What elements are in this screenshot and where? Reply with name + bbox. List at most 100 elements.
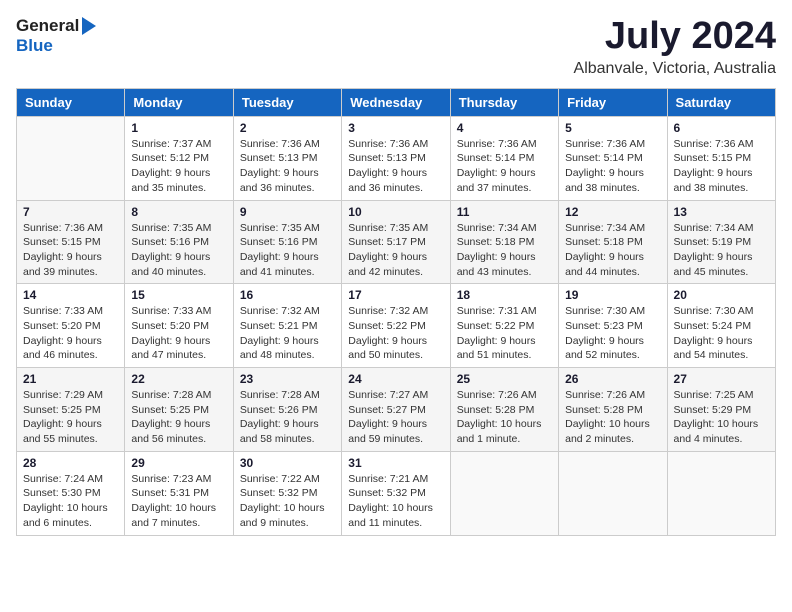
logo: General Blue bbox=[16, 16, 96, 56]
weekday-header-friday: Friday bbox=[559, 88, 667, 116]
day-info: Sunrise: 7:23 AMSunset: 5:31 PMDaylight:… bbox=[131, 472, 226, 531]
calendar-cell: 22Sunrise: 7:28 AMSunset: 5:25 PMDayligh… bbox=[125, 368, 233, 452]
calendar-cell: 18 Sunrise: 7:31 AMSunset: 5:22 PMDayligh… bbox=[450, 284, 558, 368]
calendar: SundayMondayTuesdayWednesdayThursdayFrid… bbox=[16, 88, 776, 536]
day-info: Sunrise: 7:33 AMSunset: 5:20 PMDaylight:… bbox=[23, 304, 118, 363]
weekday-header-saturday: Saturday bbox=[667, 88, 775, 116]
day-info: Sunrise: 7:30 AMSunset: 5:24 PMDaylight:… bbox=[674, 304, 769, 363]
day-number: 16 bbox=[240, 288, 335, 302]
day-info: Sunrise: 7:22 AMSunset: 5:32 PMDaylight:… bbox=[240, 472, 335, 531]
calendar-week-row: 21 Sunrise: 7:29 AMSunset: 5:25 PMDayligh… bbox=[17, 368, 776, 452]
day-number: 25 bbox=[457, 372, 552, 386]
day-info: Sunrise: 7:31 AMSunset: 5:22 PMDaylight:… bbox=[457, 304, 552, 363]
day-info: Sunrise: 7:33 AMSunset: 5:20 PMDaylight:… bbox=[131, 304, 226, 363]
day-info: Sunrise: 7:36 AMSunset: 5:14 PMDaylight:… bbox=[565, 137, 660, 196]
day-info: Sunrise: 7:34 AMSunset: 5:18 PMDaylight:… bbox=[565, 221, 660, 280]
day-info: Sunrise: 7:27 AMSunset: 5:27 PMDaylight:… bbox=[348, 388, 443, 447]
day-number: 26 bbox=[565, 372, 660, 386]
calendar-cell bbox=[667, 451, 775, 535]
day-info: Sunrise: 7:37 AMSunset: 5:12 PMDaylight:… bbox=[131, 137, 226, 196]
header: General Blue July 2024 Albanvale, Victor… bbox=[16, 16, 776, 78]
weekday-header-monday: Monday bbox=[125, 88, 233, 116]
day-number: 11 bbox=[457, 205, 552, 219]
day-info: Sunrise: 7:36 AMSunset: 5:15 PMDaylight:… bbox=[674, 137, 769, 196]
day-number: 29 bbox=[131, 456, 226, 470]
calendar-cell: 29 Sunrise: 7:23 AMSunset: 5:31 PMDayligh… bbox=[125, 451, 233, 535]
weekday-header-thursday: Thursday bbox=[450, 88, 558, 116]
calendar-cell: 14Sunrise: 7:33 AMSunset: 5:20 PMDayligh… bbox=[17, 284, 125, 368]
day-number: 19 bbox=[565, 288, 660, 302]
logo-general: General bbox=[16, 16, 79, 36]
calendar-cell: 16 Sunrise: 7:32 AMSunset: 5:21 PMDayligh… bbox=[233, 284, 341, 368]
calendar-cell: 5 Sunrise: 7:36 AMSunset: 5:14 PMDaylight… bbox=[559, 116, 667, 200]
day-number: 1 bbox=[131, 121, 226, 135]
calendar-cell bbox=[559, 451, 667, 535]
day-number: 5 bbox=[565, 121, 660, 135]
day-info: Sunrise: 7:35 AMSunset: 5:17 PMDaylight:… bbox=[348, 221, 443, 280]
day-number: 4 bbox=[457, 121, 552, 135]
day-info: Sunrise: 7:36 AMSunset: 5:13 PMDaylight:… bbox=[240, 137, 335, 196]
calendar-cell: 7 Sunrise: 7:36 AMSunset: 5:15 PMDaylight… bbox=[17, 200, 125, 284]
day-number: 20 bbox=[674, 288, 769, 302]
day-info: Sunrise: 7:21 AMSunset: 5:32 PMDaylight:… bbox=[348, 472, 443, 531]
logo-blue: Blue bbox=[16, 36, 53, 56]
day-number: 28 bbox=[23, 456, 118, 470]
calendar-cell: 4 Sunrise: 7:36 AMSunset: 5:14 PMDaylight… bbox=[450, 116, 558, 200]
day-info: Sunrise: 7:28 AMSunset: 5:26 PMDaylight:… bbox=[240, 388, 335, 447]
calendar-cell: 8 Sunrise: 7:35 AMSunset: 5:16 PMDaylight… bbox=[125, 200, 233, 284]
day-info: Sunrise: 7:28 AMSunset: 5:25 PMDaylight:… bbox=[131, 388, 226, 447]
calendar-cell: 12 Sunrise: 7:34 AMSunset: 5:18 PMDayligh… bbox=[559, 200, 667, 284]
calendar-week-row: 28Sunrise: 7:24 AMSunset: 5:30 PMDayligh… bbox=[17, 451, 776, 535]
calendar-week-row: 7 Sunrise: 7:36 AMSunset: 5:15 PMDaylight… bbox=[17, 200, 776, 284]
calendar-cell: 27Sunrise: 7:25 AMSunset: 5:29 PMDayligh… bbox=[667, 368, 775, 452]
day-number: 13 bbox=[674, 205, 769, 219]
calendar-cell: 9 Sunrise: 7:35 AMSunset: 5:16 PMDaylight… bbox=[233, 200, 341, 284]
day-info: Sunrise: 7:36 AMSunset: 5:14 PMDaylight:… bbox=[457, 137, 552, 196]
day-number: 7 bbox=[23, 205, 118, 219]
location-title: Albanvale, Victoria, Australia bbox=[574, 60, 776, 78]
day-number: 8 bbox=[131, 205, 226, 219]
logo-triangle-icon bbox=[82, 17, 96, 35]
calendar-header-row: SundayMondayTuesdayWednesdayThursdayFrid… bbox=[17, 88, 776, 116]
day-info: Sunrise: 7:26 AMSunset: 5:28 PMDaylight:… bbox=[565, 388, 660, 447]
day-number: 6 bbox=[674, 121, 769, 135]
day-info: Sunrise: 7:35 AMSunset: 5:16 PMDaylight:… bbox=[240, 221, 335, 280]
day-info: Sunrise: 7:30 AMSunset: 5:23 PMDaylight:… bbox=[565, 304, 660, 363]
calendar-week-row: 14Sunrise: 7:33 AMSunset: 5:20 PMDayligh… bbox=[17, 284, 776, 368]
calendar-cell: 31 Sunrise: 7:21 AMSunset: 5:32 PMDayligh… bbox=[342, 451, 450, 535]
day-number: 12 bbox=[565, 205, 660, 219]
day-info: Sunrise: 7:35 AMSunset: 5:16 PMDaylight:… bbox=[131, 221, 226, 280]
day-number: 2 bbox=[240, 121, 335, 135]
weekday-header-tuesday: Tuesday bbox=[233, 88, 341, 116]
calendar-cell: 19 Sunrise: 7:30 AMSunset: 5:23 PMDayligh… bbox=[559, 284, 667, 368]
month-title: July 2024 bbox=[574, 16, 776, 58]
day-info: Sunrise: 7:36 AMSunset: 5:13 PMDaylight:… bbox=[348, 137, 443, 196]
calendar-cell: 6 Sunrise: 7:36 AMSunset: 5:15 PMDaylight… bbox=[667, 116, 775, 200]
calendar-cell bbox=[17, 116, 125, 200]
calendar-cell: 28Sunrise: 7:24 AMSunset: 5:30 PMDayligh… bbox=[17, 451, 125, 535]
title-area: July 2024 Albanvale, Victoria, Australia bbox=[574, 16, 776, 78]
day-info: Sunrise: 7:29 AMSunset: 5:25 PMDaylight:… bbox=[23, 388, 118, 447]
calendar-cell: 25 Sunrise: 7:26 AMSunset: 5:28 PMDayligh… bbox=[450, 368, 558, 452]
calendar-cell: 1 Sunrise: 7:37 AMSunset: 5:12 PMDaylight… bbox=[125, 116, 233, 200]
day-number: 31 bbox=[348, 456, 443, 470]
day-number: 3 bbox=[348, 121, 443, 135]
day-info: Sunrise: 7:32 AMSunset: 5:21 PMDaylight:… bbox=[240, 304, 335, 363]
weekday-header-sunday: Sunday bbox=[17, 88, 125, 116]
day-info: Sunrise: 7:36 AMSunset: 5:15 PMDaylight:… bbox=[23, 221, 118, 280]
day-info: Sunrise: 7:26 AMSunset: 5:28 PMDaylight:… bbox=[457, 388, 552, 447]
day-number: 9 bbox=[240, 205, 335, 219]
day-info: Sunrise: 7:34 AMSunset: 5:19 PMDaylight:… bbox=[674, 221, 769, 280]
calendar-cell: 23Sunrise: 7:28 AMSunset: 5:26 PMDayligh… bbox=[233, 368, 341, 452]
calendar-cell bbox=[450, 451, 558, 535]
calendar-cell: 17Sunrise: 7:32 AMSunset: 5:22 PMDayligh… bbox=[342, 284, 450, 368]
calendar-cell: 15 Sunrise: 7:33 AMSunset: 5:20 PMDayligh… bbox=[125, 284, 233, 368]
day-number: 27 bbox=[674, 372, 769, 386]
calendar-cell: 21 Sunrise: 7:29 AMSunset: 5:25 PMDayligh… bbox=[17, 368, 125, 452]
day-number: 18 bbox=[457, 288, 552, 302]
calendar-cell: 2 Sunrise: 7:36 AMSunset: 5:13 PMDaylight… bbox=[233, 116, 341, 200]
calendar-cell: 26 Sunrise: 7:26 AMSunset: 5:28 PMDayligh… bbox=[559, 368, 667, 452]
day-number: 15 bbox=[131, 288, 226, 302]
calendar-cell: 13 Sunrise: 7:34 AMSunset: 5:19 PMDayligh… bbox=[667, 200, 775, 284]
day-number: 21 bbox=[23, 372, 118, 386]
